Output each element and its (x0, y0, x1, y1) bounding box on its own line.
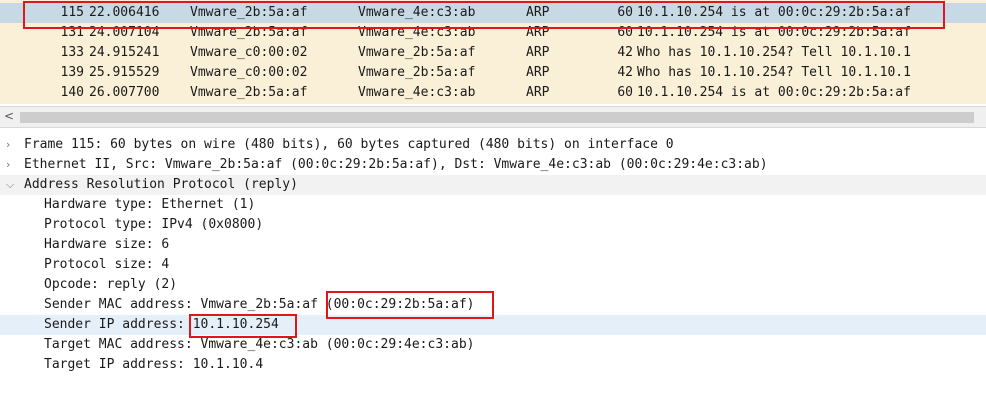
chevron-down-icon[interactable]: ⌵ (6, 175, 14, 195)
chevron-right-icon[interactable]: › (6, 155, 10, 175)
packet-number: 139 (60, 65, 84, 80)
scroll-left-icon[interactable]: < (4, 109, 14, 123)
packet-source: Vmware_2b:5a:af (190, 25, 308, 40)
chevron-right-icon[interactable]: › (6, 135, 10, 155)
packet-details-pane: › Frame 115: 60 bytes on wire (480 bits)… (0, 134, 986, 402)
packet-length: 42 (617, 65, 633, 80)
packet-destination: Vmware_2b:5a:af (358, 45, 476, 60)
packet-time: 24.007104 (89, 25, 160, 40)
tree-item-label: Address Resolution Protocol (reply) (24, 177, 298, 192)
packet-source: Vmware_2b:5a:af (190, 85, 308, 100)
packet-source: Vmware_c0:00:02 (190, 65, 308, 80)
scrollbar-thumb[interactable] (20, 112, 974, 123)
tree-item-frame[interactable]: › Frame 115: 60 bytes on wire (480 bits)… (0, 135, 986, 155)
field-label: Protocol type: IPv4 (0x0800) (44, 217, 264, 232)
field-label: Target MAC address: Vmware_4e:c3:ab (00:… (44, 337, 475, 352)
field-opcode[interactable]: Opcode: reply (2) (0, 275, 986, 295)
packet-info: 10.1.10.254 is at 00:0c:29:2b:5a:af (637, 25, 911, 40)
field-protocol-type[interactable]: Protocol type: IPv4 (0x0800) (0, 215, 986, 235)
packet-protocol: ARP (526, 25, 550, 40)
field-label: Opcode: reply (2) (44, 277, 178, 292)
field-sender-mac[interactable]: Sender MAC address: Vmware_2b:5a:af (00:… (0, 295, 986, 315)
field-hardware-size[interactable]: Hardware size: 6 (0, 235, 986, 255)
field-target-mac[interactable]: Target MAC address: Vmware_4e:c3:ab (00:… (0, 335, 986, 355)
packet-destination: Vmware_4e:c3:ab (358, 25, 476, 40)
packet-time: 25.915529 (89, 65, 160, 80)
field-label: Protocol size: 4 (44, 257, 170, 272)
packet-protocol: ARP (526, 45, 550, 60)
packet-number: 115 (60, 5, 84, 20)
packet-length: 60 (617, 25, 633, 40)
horizontal-scrollbar[interactable]: < (0, 106, 986, 128)
packet-list: 115 22.006416 Vmware_2b:5a:af Vmware_4e:… (0, 0, 986, 104)
packet-length: 60 (617, 5, 633, 20)
packet-source: Vmware_c0:00:02 (190, 45, 308, 60)
packet-number: 131 (60, 25, 84, 40)
packet-source: Vmware_2b:5a:af (190, 5, 308, 20)
field-target-ip[interactable]: Target IP address: 10.1.10.4 (0, 355, 986, 375)
field-sender-ip[interactable]: Sender IP address: 10.1.10.254 (0, 315, 986, 335)
field-label: Target IP address: 10.1.10.4 (44, 357, 264, 372)
tree-item-label: Frame 115: 60 bytes on wire (480 bits), … (24, 137, 674, 152)
packet-time: 22.006416 (89, 5, 160, 20)
packet-destination: Vmware_4e:c3:ab (358, 5, 476, 20)
packet-row[interactable]: 139 25.915529 Vmware_c0:00:02 Vmware_2b:… (0, 63, 986, 83)
field-hardware-type[interactable]: Hardware type: Ethernet (1) (0, 195, 986, 215)
packet-row[interactable]: 133 24.915241 Vmware_c0:00:02 Vmware_2b:… (0, 43, 986, 63)
field-label: Sender MAC address: Vmware_2b:5a:af (00:… (44, 297, 475, 312)
field-label: Hardware type: Ethernet (1) (44, 197, 256, 212)
packet-time: 24.915241 (89, 45, 160, 60)
packet-row[interactable]: 115 22.006416 Vmware_2b:5a:af Vmware_4e:… (0, 3, 986, 23)
packet-destination: Vmware_4e:c3:ab (358, 85, 476, 100)
packet-number: 133 (60, 45, 84, 60)
tree-item-arp[interactable]: ⌵ Address Resolution Protocol (reply) (0, 175, 986, 195)
packet-info: Who has 10.1.10.254? Tell 10.1.10.1 (637, 45, 911, 60)
packet-info: 10.1.10.254 is at 00:0c:29:2b:5a:af (637, 85, 911, 100)
packet-row[interactable]: 131 24.007104 Vmware_2b:5a:af Vmware_4e:… (0, 23, 986, 43)
field-label: Hardware size: 6 (44, 237, 170, 252)
tree-item-ethernet[interactable]: › Ethernet II, Src: Vmware_2b:5a:af (00:… (0, 155, 986, 175)
packet-length: 42 (617, 45, 633, 60)
packet-info: Who has 10.1.10.254? Tell 10.1.10.1 (637, 65, 911, 80)
packet-protocol: ARP (526, 65, 550, 80)
packet-time: 26.007700 (89, 85, 160, 100)
packet-row[interactable]: 140 26.007700 Vmware_2b:5a:af Vmware_4e:… (0, 83, 986, 103)
packet-info: 10.1.10.254 is at 00:0c:29:2b:5a:af (637, 5, 911, 20)
packet-protocol: ARP (526, 85, 550, 100)
tree-item-label: Ethernet II, Src: Vmware_2b:5a:af (00:0c… (24, 157, 768, 172)
field-label: Sender IP address: 10.1.10.254 (44, 317, 279, 332)
field-protocol-size[interactable]: Protocol size: 4 (0, 255, 986, 275)
packet-protocol: ARP (526, 5, 550, 20)
packet-destination: Vmware_2b:5a:af (358, 65, 476, 80)
packet-number: 140 (60, 85, 84, 100)
packet-length: 60 (617, 85, 633, 100)
